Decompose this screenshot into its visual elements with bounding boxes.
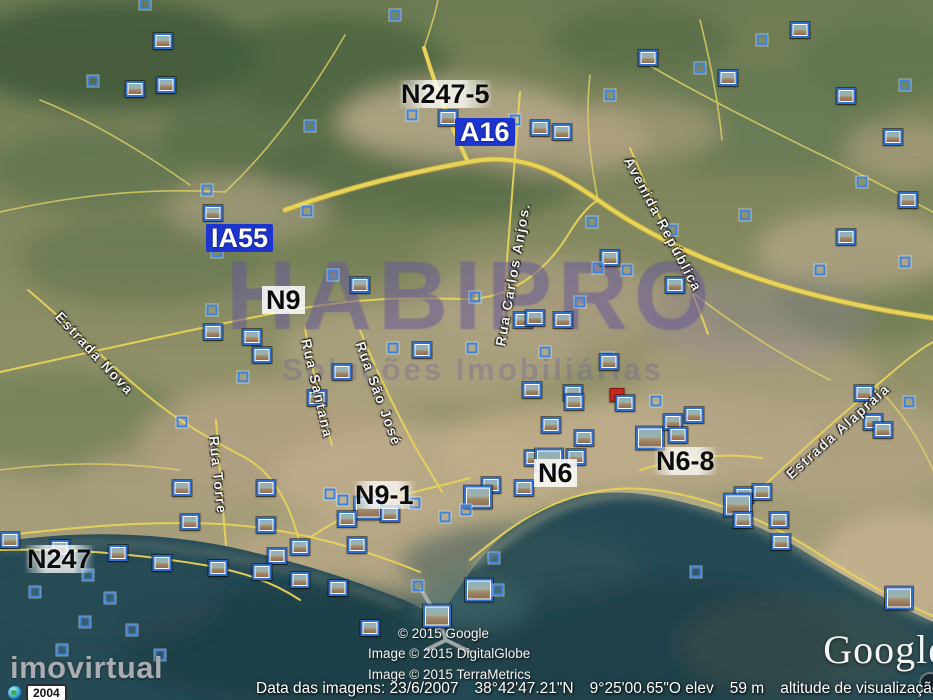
road-label-a16: A16 [455, 118, 515, 146]
copyright-google: © 2015 Google [368, 624, 531, 644]
google-earth-logo: Google [823, 626, 933, 673]
street-label-rua-torre: Rua Torre [206, 435, 230, 515]
imagery-date: Data das imagens: 23/6/2007 [256, 680, 459, 698]
road-label-n9: N9 [262, 286, 305, 314]
globe-icon [8, 686, 22, 700]
latitude-readout: 38°42'47.21"N [475, 680, 574, 698]
road-label-n6: N6 [534, 459, 577, 487]
street-label-rua-carlos-anjos: Rua Carlos Anjos. [492, 201, 533, 347]
map-label-layer: N247-5 A16 IA55 N9 N9-1 N6 N6-8 N247 Estrada Nov… [0, 0, 933, 700]
elevation-value: 59 m [730, 680, 764, 698]
road-label-n9-1: N9-1 [352, 481, 417, 509]
imovirtual-logo: imovirtual [10, 650, 163, 686]
street-label-estrada-nova: Estrada Nova [52, 309, 137, 399]
road-label-a55: IA55 [206, 224, 273, 252]
status-bar: Data das imagens: 23/6/2007 38°42'47.21"… [256, 680, 933, 698]
street-label-avenida-republica: Avenida República [621, 154, 706, 294]
copyright-block: © 2015 Google Image © 2015 DigitalGlobe … [368, 624, 531, 685]
road-label-n6-8: N6-8 [653, 447, 718, 475]
google-earth-viewport: HABIPRO Soluções Imobiliárias N247-5A16I… [0, 0, 933, 700]
road-label-n247: N247 [24, 545, 95, 573]
copyright-digitalglobe: Image © 2015 DigitalGlobe [368, 644, 531, 664]
street-label-estrada-alapraia: Estrada Alapraia [783, 380, 893, 482]
year-badge: 2004 [26, 684, 67, 700]
street-label-rua-sao-jose: Rua São José [352, 339, 405, 448]
street-label-rua-santana: Rua Santana [298, 337, 336, 439]
view-altitude-label: altitude de visualização [780, 680, 933, 698]
road-label-n247-5: N247-5 [398, 80, 493, 108]
year-badge-row: 2004 [8, 684, 67, 700]
longitude-elev-readout: 9°25'00.65"O elev [590, 680, 714, 698]
